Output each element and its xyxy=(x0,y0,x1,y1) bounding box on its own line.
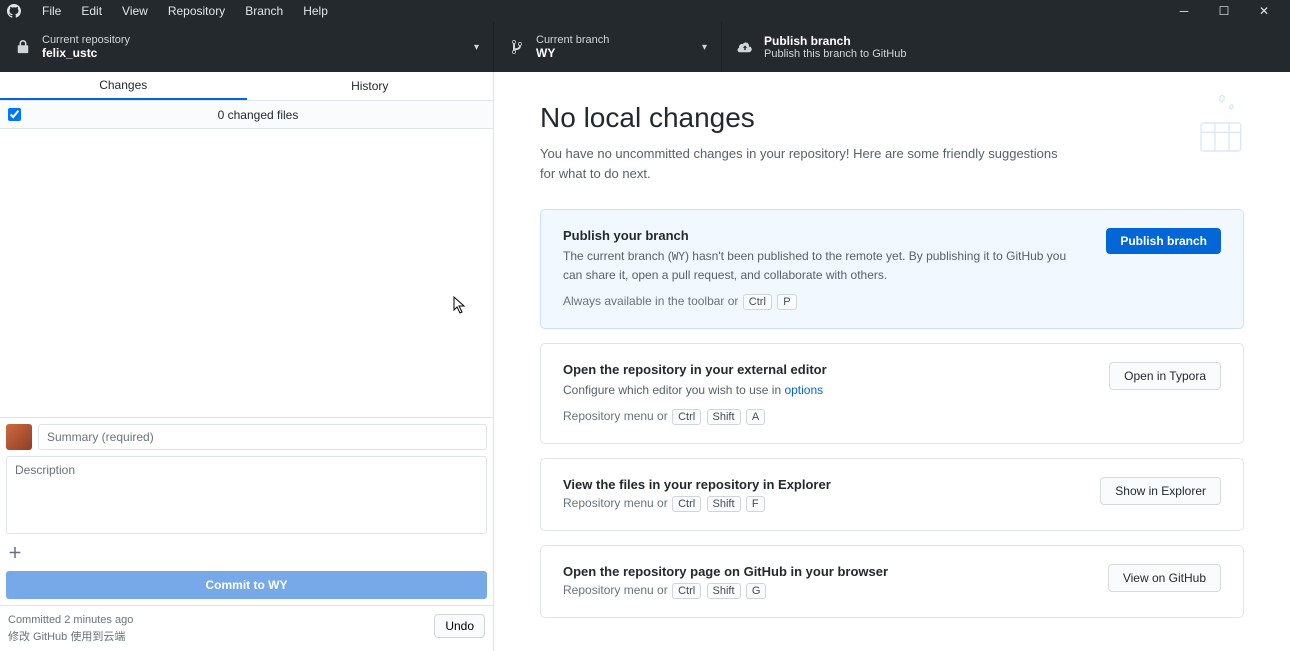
chevron-down-icon: ▾ xyxy=(702,42,707,53)
tab-history[interactable]: History xyxy=(247,72,494,100)
menu-help[interactable]: Help xyxy=(293,4,338,18)
card-title: Open the repository in your external edi… xyxy=(563,362,1089,377)
view-on-github-button[interactable]: View on GitHub xyxy=(1108,564,1221,592)
menubar: File Edit View Repository Branch Help ─ … xyxy=(0,0,1290,22)
kbd: G xyxy=(746,583,767,599)
menu-branch[interactable]: Branch xyxy=(235,4,293,18)
page-title: No local changes xyxy=(540,102,1244,134)
card-hint: Repository menu or Ctrl Shift F xyxy=(563,496,1080,512)
tab-changes[interactable]: Changes xyxy=(0,72,247,100)
left-pane: Changes History 0 changed files ＋ Commit… xyxy=(0,72,494,651)
menu-file[interactable]: File xyxy=(32,4,71,18)
card-hint: Repository menu or Ctrl Shift A xyxy=(563,409,1089,425)
undo-button[interactable]: Undo xyxy=(434,614,485,638)
card-hint: Repository menu or Ctrl Shift G xyxy=(563,583,1088,599)
kbd: Ctrl xyxy=(672,409,701,425)
menu-view[interactable]: View xyxy=(112,4,158,18)
last-commit-message: 修改 GitHub 使用到云端 xyxy=(8,629,133,646)
card-desc: The current branch (WY) hasn't been publ… xyxy=(563,247,1086,284)
github-logo-icon xyxy=(6,3,22,19)
cursor-icon xyxy=(453,296,466,320)
commit-button[interactable]: Commit to WY xyxy=(6,571,487,599)
window-close-button[interactable]: ✕ xyxy=(1244,0,1284,22)
card-desc: Configure which editor you wish to use i… xyxy=(563,381,1089,399)
last-commit-time: Committed 2 minutes ago xyxy=(8,612,133,629)
branch-value: WY xyxy=(536,46,609,60)
changes-list xyxy=(0,129,493,417)
kbd: F xyxy=(746,496,765,512)
description-input[interactable] xyxy=(6,456,487,534)
select-all-checkbox[interactable] xyxy=(8,108,21,121)
current-branch-selector[interactable]: Current branch WY ▾ xyxy=(494,22,722,72)
changed-files-count: 0 changed files xyxy=(31,108,485,122)
publish-sub: Publish this branch to GitHub xyxy=(764,48,906,60)
show-explorer-card: View the files in your repository in Exp… xyxy=(540,458,1244,531)
branch-label: Current branch xyxy=(536,34,609,46)
card-title: View the files in your repository in Exp… xyxy=(563,477,1080,492)
repo-label: Current repository xyxy=(42,34,130,46)
repo-value: felix_ustc xyxy=(42,46,130,60)
card-title: Open the repository page on GitHub in yo… xyxy=(563,564,1088,579)
publish-branch-card: Publish your branch The current branch (… xyxy=(540,209,1244,329)
commit-form: ＋ Commit to WY xyxy=(0,417,493,605)
add-coauthor-icon[interactable]: ＋ xyxy=(6,541,487,567)
kbd: A xyxy=(746,409,765,425)
chevron-down-icon: ▾ xyxy=(474,42,479,53)
show-in-explorer-button[interactable]: Show in Explorer xyxy=(1100,477,1221,505)
window-minimize-button[interactable]: ─ xyxy=(1164,0,1204,22)
page-subtitle: You have no uncommitted changes in your … xyxy=(540,144,1060,183)
last-commit-row: Committed 2 minutes ago 修改 GitHub 使用到云端 … xyxy=(0,605,493,651)
view-github-card: Open the repository page on GitHub in yo… xyxy=(540,545,1244,618)
kbd: Shift xyxy=(707,496,741,512)
changes-header: 0 changed files xyxy=(0,101,493,129)
lock-icon xyxy=(14,40,32,54)
card-title: Publish your branch xyxy=(563,228,1086,243)
open-editor-card: Open the repository in your external edi… xyxy=(540,343,1244,444)
publish-label: Publish branch xyxy=(764,34,906,48)
branch-icon xyxy=(508,39,526,55)
kbd: P xyxy=(777,294,796,310)
kbd: Shift xyxy=(707,583,741,599)
kbd: Ctrl xyxy=(672,496,701,512)
kbd: Ctrl xyxy=(672,583,701,599)
empty-state-illustration-icon xyxy=(1180,88,1250,158)
current-repository-selector[interactable]: Current repository felix_ustc ▾ xyxy=(0,22,494,72)
options-link[interactable]: options xyxy=(784,383,823,397)
kbd: Shift xyxy=(707,409,741,425)
open-in-editor-button[interactable]: Open in Typora xyxy=(1109,362,1221,390)
cloud-upload-icon xyxy=(736,41,754,53)
menu-repository[interactable]: Repository xyxy=(158,4,235,18)
avatar xyxy=(6,424,32,450)
publish-branch-toolbar-button[interactable]: Publish branch Publish this branch to Gi… xyxy=(722,22,952,72)
kbd: Ctrl xyxy=(743,294,772,310)
right-pane: No local changes You have no uncommitted… xyxy=(494,72,1290,651)
window-maximize-button[interactable]: ☐ xyxy=(1204,0,1244,22)
publish-branch-button[interactable]: Publish branch xyxy=(1106,228,1221,254)
card-hint: Always available in the toolbar or Ctrl … xyxy=(563,294,1086,310)
toolbar: Current repository felix_ustc ▾ Current … xyxy=(0,22,1290,72)
menu-edit[interactable]: Edit xyxy=(71,4,112,18)
summary-input[interactable] xyxy=(38,424,487,450)
